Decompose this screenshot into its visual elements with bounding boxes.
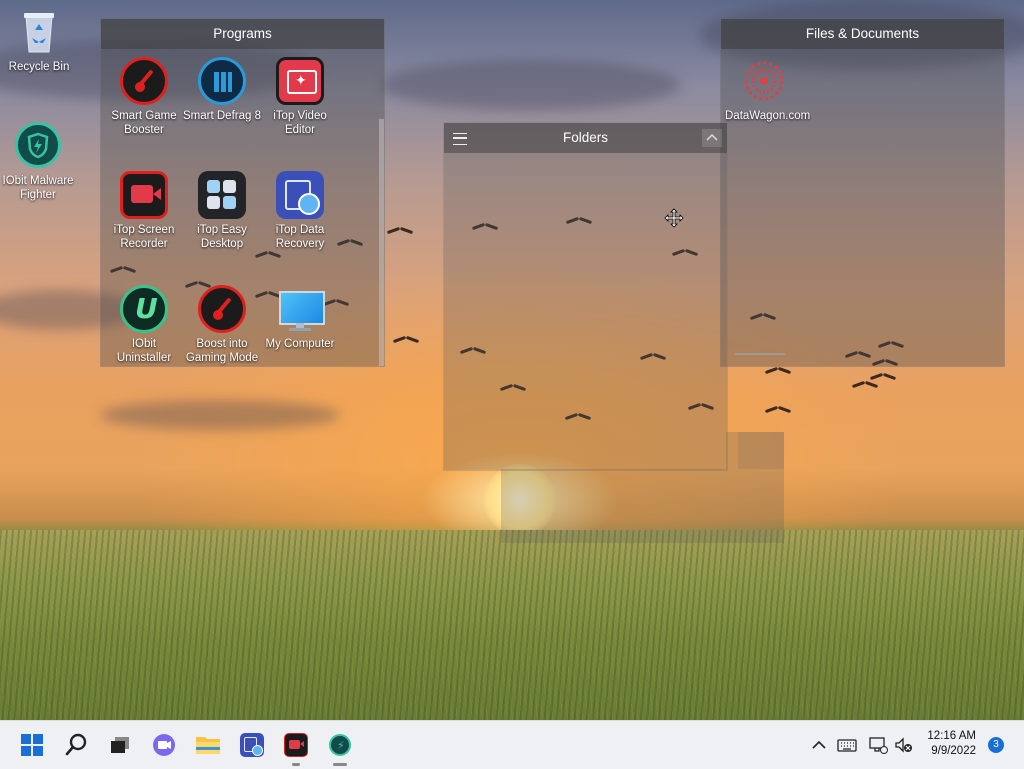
clock-date: 9/9/2022 [931,745,976,757]
smart-defrag-icon [198,57,246,105]
start-button[interactable] [16,729,48,761]
datawagon-icon [740,57,788,105]
taskbar-screen-recorder[interactable] [280,729,312,766]
snap-preview-tab [738,432,784,469]
fence-item-label: Smart Game Booster [111,110,177,136]
recycle-bin-icon [19,10,59,56]
cloud [100,400,340,430]
fence-resize-indicator [735,353,785,355]
file-explorer-button[interactable] [192,729,224,761]
easy-desktop-icon [198,171,246,219]
malware-fighter-icon [15,122,61,168]
fence-item-label: iTop Screen Recorder [113,224,175,250]
bird [393,335,419,345]
data-recovery-icon [276,171,324,219]
bird [870,372,896,382]
data-recovery-icon [240,733,264,757]
computer-monitor-icon [276,285,325,333]
task-view-icon [111,737,129,753]
desktop-icon-label: IObit Malware Fighter [2,175,74,201]
fence-item-uninstaller[interactable]: U IObit Uninstaller [105,285,183,365]
video-editor-icon: ✦ [276,57,324,105]
fence-title-text: Folders [562,130,608,145]
fence-item-label: My Computer [265,338,335,350]
volume-button[interactable] [893,735,915,755]
screen-recorder-icon [120,171,168,219]
bird [765,366,791,376]
volume-muted-icon [895,737,912,753]
collapse-chevron-icon[interactable] [702,129,722,147]
fence-item-screen-recorder[interactable]: iTop Screen Recorder [105,171,183,251]
fence-item-gaming-mode[interactable]: Boost into Gaming Mode [183,285,261,365]
uninstaller-icon: U [120,285,168,333]
fence-title[interactable]: Folders [444,123,727,153]
clock-time: 12:16 AM [927,730,976,742]
fence-scrollbar[interactable] [379,119,384,366]
network-icon [869,737,888,754]
taskbar-malware-fighter[interactable]: ⚡ [324,729,356,766]
cloud [380,60,680,110]
fence-title[interactable]: Programs [101,19,384,49]
chat-button[interactable] [148,729,180,761]
fence-title[interactable]: Files & Documents [721,19,1004,49]
bird [387,226,413,236]
fence-folders[interactable]: Folders [443,122,728,471]
fence-item-label: DataWagon.com [725,110,811,122]
fence-programs[interactable]: Programs Smart Game Booster Smart Defrag… [100,18,385,367]
fence-item-my-computer[interactable]: My Computer [261,285,339,351]
desktop-icon-label: Recycle Bin [8,61,70,73]
fence-files-documents[interactable]: Files & Documents DataWagon.com [720,18,1005,367]
menu-icon[interactable] [453,133,467,145]
game-booster-icon [120,57,168,105]
fence-item-data-recovery[interactable]: iTop Data Recovery [261,171,339,251]
fence-item-easy-desktop[interactable]: iTop Easy Desktop [183,171,261,251]
fence-item-label: iTop Easy Desktop [197,224,247,250]
search-button[interactable] [60,729,92,761]
fence-item-video-editor[interactable]: ✦ iTop Video Editor [261,57,339,137]
fence-item-label: iTop Video Editor [273,110,327,136]
fence-item-label: iTop Data Recovery [275,224,325,250]
keyboard-button[interactable] [836,735,858,755]
network-button[interactable] [867,735,889,755]
desktop-icon-recycle-bin[interactable]: Recycle Bin [2,10,76,74]
taskbar: ⚡ 12:16 AM 9/9/2022 3 [0,720,1024,769]
show-hidden-icons-button[interactable] [809,735,829,755]
screen-recorder-icon [284,733,308,757]
task-view-button[interactable] [104,729,136,761]
bird [765,405,791,415]
fence-item-label: Smart Defrag 8 [183,110,261,122]
keyboard-icon [837,739,857,752]
desktop-icon-malware-fighter[interactable]: IObit Malware Fighter [1,122,75,202]
malware-fighter-icon: ⚡ [329,734,351,756]
fence-item-label: Boost into Gaming Mode [185,338,259,364]
running-indicator [292,763,300,766]
snap-preview [501,469,784,543]
search-icon [65,733,87,756]
notification-badge[interactable]: 3 [988,737,1004,753]
grass-field [0,530,1024,720]
gaming-mode-icon [198,285,246,333]
windows-logo-icon [21,734,43,756]
folder-icon [196,737,220,754]
running-indicator [333,763,347,766]
fence-item-smart-defrag[interactable]: Smart Defrag 8 [183,57,261,123]
fence-item-label: IObit Uninstaller [116,338,172,364]
chevron-up-icon [812,740,826,749]
taskbar-data-recovery[interactable] [236,729,268,761]
fence-item-smart-game-booster[interactable]: Smart Game Booster [105,57,183,137]
move-cursor-icon [664,208,684,228]
chat-icon [153,734,175,756]
clock[interactable]: 12:16 AM 9/9/2022 [927,729,976,759]
fence-item-datawagon[interactable]: DataWagon.com [725,57,811,123]
